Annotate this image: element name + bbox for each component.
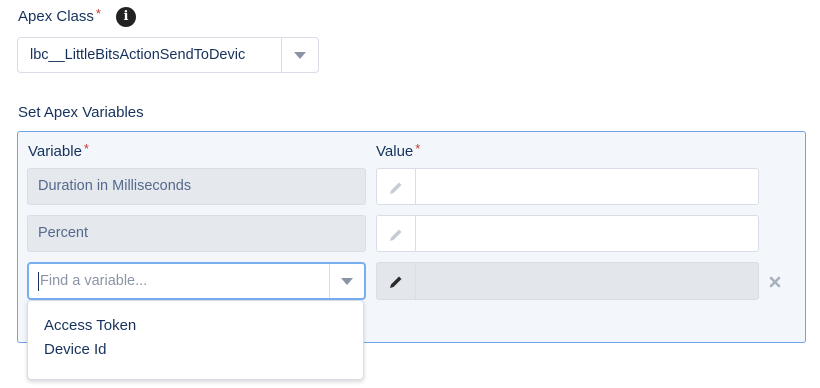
value-column-header: Value * [376,141,420,160]
apex-class-value: lbc__LittleBitsActionSendToDevic [30,47,246,63]
variable-header-text: Variable [28,143,82,160]
dropdown-option-device-id[interactable]: Device Id [44,341,107,358]
apex-class-label: Apex Class * [18,6,101,25]
apex-class-select[interactable]: lbc__LittleBitsActionSendToDevic [17,37,319,73]
find-variable-dropdown-button[interactable] [329,264,364,298]
set-apex-variables-title: Set Apex Variables [18,104,144,121]
dropdown-option-access-token[interactable]: Access Token [44,317,136,334]
required-mark: * [415,141,421,156]
value-input[interactable] [415,215,759,252]
value-input[interactable] [415,168,759,205]
required-mark: * [95,6,101,21]
find-variable-input[interactable]: Find a variable... [40,264,147,298]
pencil-icon [390,229,402,241]
close-icon[interactable] [769,275,781,288]
pencil-icon [390,276,402,288]
value-header-text: Value [376,143,414,160]
variable-column-header: Variable * [28,141,89,160]
value-edit-button[interactable] [376,262,416,300]
value-edit-button[interactable] [376,168,416,205]
apex-class-label-text: Apex Class [18,8,94,25]
variable-field-duration: Duration in Milliseconds [27,168,366,205]
value-edit-button[interactable] [376,215,416,252]
chevron-down-icon [294,52,306,59]
apex-class-dropdown-button[interactable] [281,38,318,72]
pencil-icon [390,182,402,194]
required-mark: * [83,141,89,156]
find-variable-combobox[interactable]: Find a variable... [27,262,366,300]
text-cursor [38,272,39,291]
value-input-disabled [415,262,759,300]
variable-field-percent: Percent [27,215,366,252]
variable-dropdown-list: Access Token Device Id [27,300,364,380]
chevron-down-icon [341,278,353,285]
info-icon[interactable]: i [116,7,136,27]
